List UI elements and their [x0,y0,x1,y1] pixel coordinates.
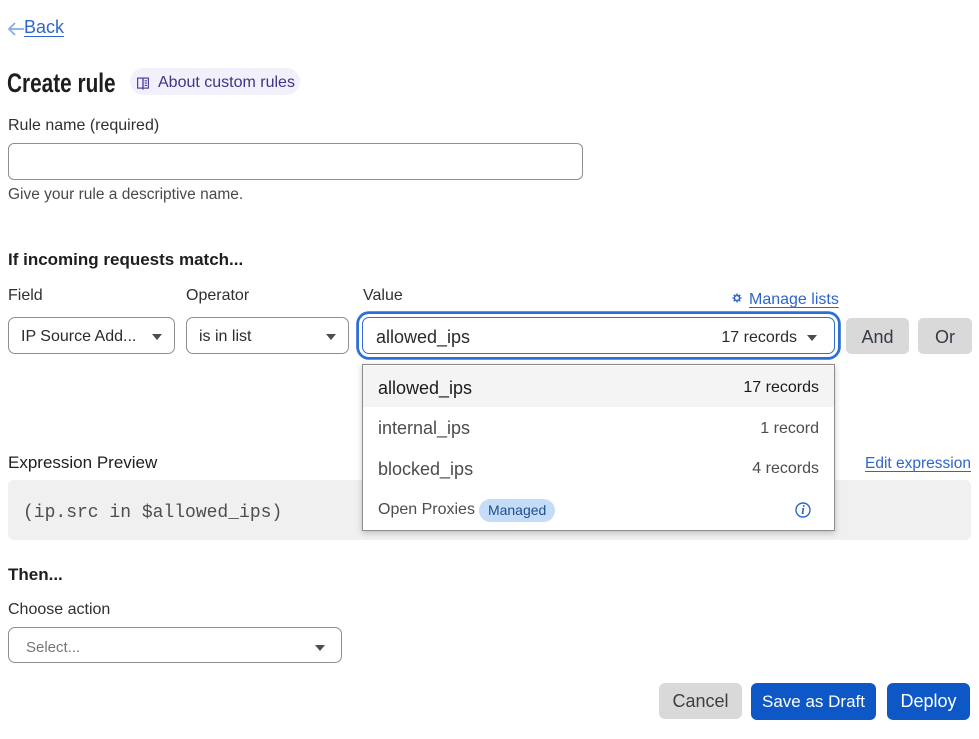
svg-text:i: i [801,503,805,517]
